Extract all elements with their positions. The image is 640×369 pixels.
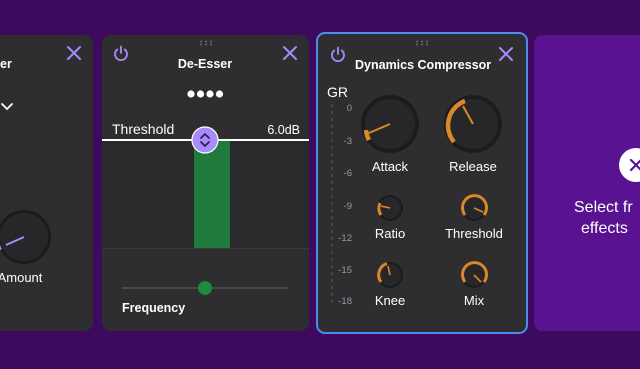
ratio-label: Ratio: [374, 226, 406, 241]
release-knob[interactable]: [441, 92, 505, 156]
amount-knob[interactable]: [0, 205, 56, 269]
gr-scale-label: -15: [338, 265, 352, 276]
gr-scale-label: -6: [343, 168, 352, 179]
meter-baseline: [102, 248, 309, 249]
frequency-slider-thumb[interactable]: [198, 281, 212, 295]
add-effect-panel[interactable]: Select fr effects: [534, 35, 640, 331]
close-icon: [629, 158, 640, 172]
knee-label: Knee: [374, 293, 406, 308]
knee-knob[interactable]: [375, 260, 405, 290]
ratio-knob[interactable]: [375, 193, 405, 223]
attack-knob[interactable]: [358, 92, 422, 156]
gr-meter-dashes: [331, 104, 333, 304]
gr-scale-label: 0: [346, 103, 352, 114]
threshold-label: Threshold: [112, 121, 175, 137]
amount-label: Amount: [0, 270, 43, 285]
up-down-arrows-icon[interactable]: [191, 126, 219, 154]
power-icon[interactable]: [329, 45, 347, 63]
close-icon-button[interactable]: [619, 148, 640, 182]
chevron-down-icon[interactable]: [0, 102, 14, 112]
compressor-panel: Dynamics Compressor GR 0 -3 -6 -9 -12 -1…: [316, 32, 528, 334]
effect-panel-left: er Amount: [0, 35, 93, 331]
threshold-label: Threshold: [445, 226, 503, 241]
gr-scale-label: -9: [343, 201, 352, 212]
drag-grip-icon[interactable]: [415, 40, 429, 46]
panel-title: De-Esser: [177, 57, 233, 71]
mix-label: Mix: [463, 293, 485, 308]
close-icon[interactable]: [497, 45, 515, 63]
threshold-knob[interactable]: [459, 193, 489, 223]
frequency-label: Frequency: [122, 301, 186, 315]
drag-grip-icon[interactable]: [199, 40, 213, 46]
add-effect-text-line2: effects: [581, 220, 628, 237]
more-dots-icon[interactable]: [186, 89, 224, 99]
deesser-level-bar: [194, 139, 230, 249]
threshold-value: 6.0dB: [267, 123, 300, 137]
attack-label: Attack: [371, 159, 409, 174]
gr-label: GR: [327, 84, 348, 100]
panel-title: Dynamics Compressor: [355, 58, 492, 72]
deesser-panel: De-Esser Threshold 6.0dB Frequency: [102, 35, 309, 331]
add-effect-text-line1: Select fr: [574, 199, 633, 216]
gr-scale-label: -12: [338, 233, 352, 244]
panel-title: er: [0, 57, 12, 71]
release-label: Release: [449, 159, 497, 174]
mix-knob[interactable]: [459, 260, 489, 290]
power-icon[interactable]: [112, 44, 130, 62]
gr-scale-label: -3: [343, 136, 352, 147]
close-icon[interactable]: [281, 44, 299, 62]
close-icon[interactable]: [65, 44, 83, 62]
gr-scale-label: -18: [338, 296, 352, 307]
